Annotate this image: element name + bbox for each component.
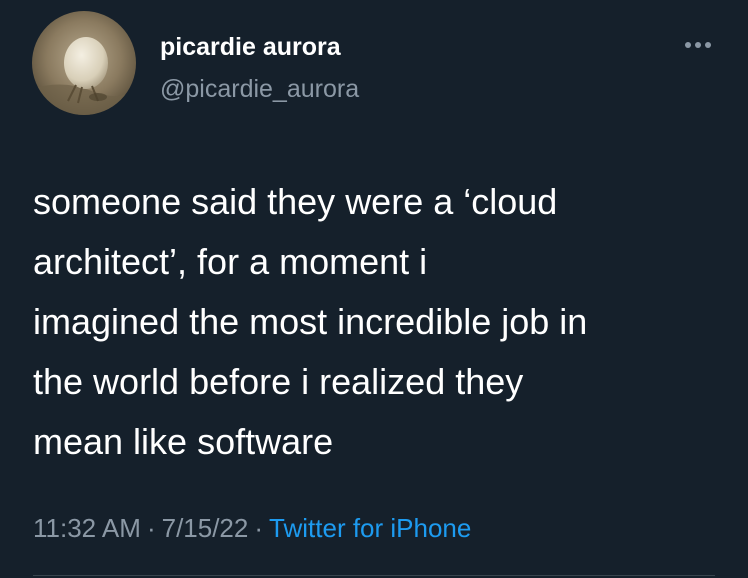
tweet-time[interactable]: 11:32 AM: [33, 513, 141, 543]
more-options-button[interactable]: [680, 30, 716, 54]
tweet-text-line: the world before i realized they: [33, 361, 524, 402]
tweet-metadata: 11:32 AM · 7/15/22 · Twitter for iPhone: [33, 513, 471, 543]
tweet-source-link[interactable]: Twitter for iPhone: [269, 513, 471, 543]
tweet-date[interactable]: 7/15/22: [162, 513, 249, 543]
author-handle[interactable]: @picardie_aurora: [160, 75, 359, 103]
tweet-text-line: mean like software: [33, 421, 334, 462]
separator-dot: ·: [146, 513, 156, 543]
author-display-name[interactable]: picardie aurora: [160, 33, 341, 61]
tweet-text-line: architect’, for a moment i: [33, 241, 428, 282]
avatar[interactable]: [32, 11, 136, 115]
more-options-icon: [685, 42, 711, 48]
tweet-text-line: imagined the most incredible job in: [33, 301, 588, 342]
tweet-text-line: someone said they were a ‘cloud: [33, 181, 558, 222]
bird-avatar-icon: [32, 11, 136, 115]
divider: [33, 575, 715, 576]
tweet-card: picardie aurora @picardie_aurora someone…: [0, 0, 748, 578]
separator-dot: ·: [254, 513, 264, 543]
tweet-text: someone said they were a ‘cloud architec…: [33, 172, 733, 472]
